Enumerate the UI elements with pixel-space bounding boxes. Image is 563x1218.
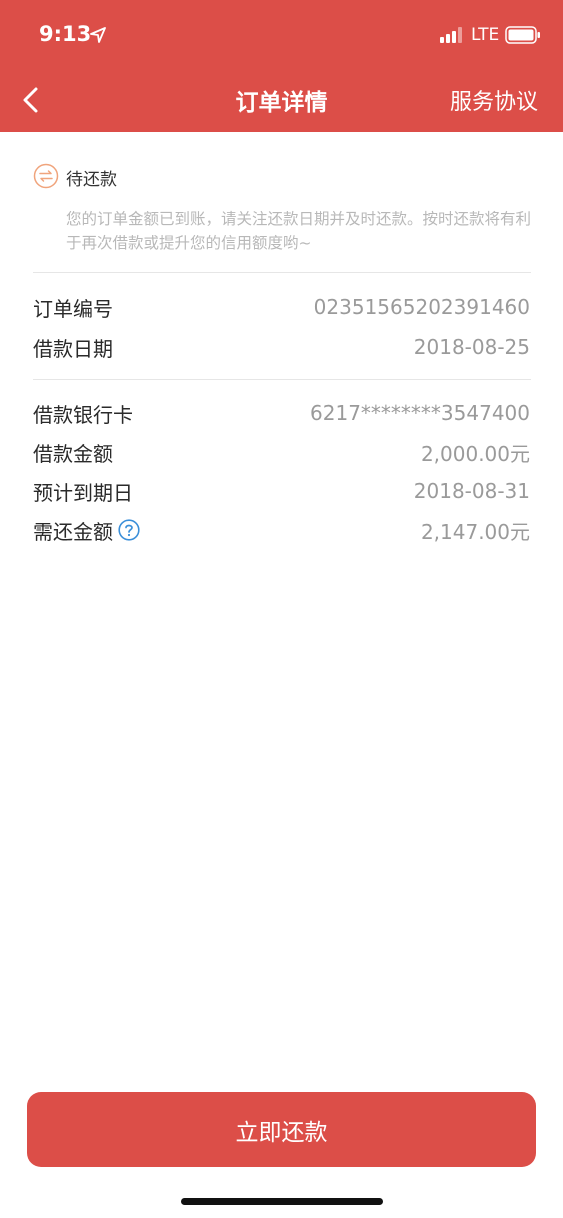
question-circle-icon[interactable]	[118, 519, 140, 541]
divider	[33, 272, 531, 273]
repay-amount-label: 需还金额	[33, 519, 113, 544]
due-date-label: 预计到期日	[33, 480, 133, 505]
loan-amount-value: 2,000.00元	[420, 441, 530, 466]
order-number-value: 0235156520239146​0	[313, 295, 530, 319]
network-label: LTE	[471, 25, 500, 45]
battery-icon	[505, 26, 540, 44]
loan-amount-row: 借款金额 2,000.00元	[33, 437, 530, 467]
due-date-value: 2018-08-31	[413, 479, 530, 503]
order-status-description: 您的订单金额已到账，请关注还款日期并及时还款。按时还款将有利于再次借款或提升您的…	[66, 210, 532, 252]
loan-date-value: 2018-08-25	[413, 335, 530, 359]
location-arrow-icon	[90, 27, 106, 43]
order-number-label: 订单编号	[33, 296, 113, 321]
bank-card-row: 借款银行卡 6217********3547400	[33, 398, 530, 428]
divider	[33, 379, 531, 380]
app-header: 9:13 LTE 订单详情 服务协议	[0, 0, 563, 132]
service-agreement-link[interactable]: 服务协议	[450, 84, 538, 116]
order-status-label: 待还款	[66, 170, 117, 190]
order-number-row: 订单编号 0235156520239146​0	[33, 292, 530, 322]
due-date-row: 预计到期日 2018-08-31	[33, 476, 530, 506]
exchange-arrows-icon	[33, 163, 59, 189]
bank-card-value: 6217********3547400	[310, 401, 530, 425]
repay-amount-value: 2,147.00元	[420, 519, 530, 544]
loan-amount-label: 借款金额	[33, 441, 113, 466]
repay-amount-label-group: 需还金额	[33, 516, 140, 545]
loan-date-row: 借款日期 2018-08-25	[33, 332, 530, 362]
repay-amount-row: 需还金额 2,147.00元	[33, 515, 530, 545]
loan-date-label: 借款日期	[33, 336, 113, 361]
status-time: 9:13	[39, 22, 92, 46]
home-indicator	[181, 1198, 383, 1205]
bank-card-label: 借款银行卡	[33, 402, 133, 427]
signal-icon	[440, 27, 462, 43]
repay-now-button[interactable]: 立即还款	[27, 1092, 536, 1167]
